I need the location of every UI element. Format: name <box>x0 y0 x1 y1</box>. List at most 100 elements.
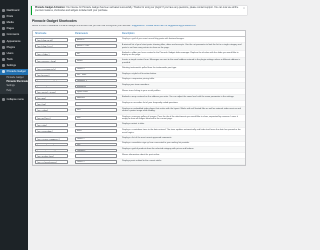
shortcode-field[interactable]: [pg_slider] <box>35 51 68 56</box>
sidebar-item-label: Pages <box>6 27 14 31</box>
sidebar-item-label: Settings <box>6 64 16 68</box>
shortcode-cell: [pg_slider] <box>33 51 73 56</box>
parameters-field[interactable]: email="" <box>75 59 117 64</box>
parameters-field[interactable]: date="" <box>75 129 117 133</box>
parameters-field[interactable]: address="" <box>75 96 117 101</box>
parameters-cell: posts="4" <box>73 37 120 43</box>
parameters-field[interactable] <box>75 102 117 107</box>
parameters-cell <box>73 101 120 107</box>
parameters-cell: count="3" <box>73 159 120 165</box>
submenu-item-help[interactable]: Help <box>0 89 28 93</box>
shortcode-cell: [pg_recent-comments] <box>33 136 73 141</box>
shortcode-field[interactable]: [pg_contact-form] <box>35 59 68 64</box>
description-cell: Displays a list of the most recent appro… <box>122 136 172 139</box>
description-cell: Displays your team members. <box>122 84 150 87</box>
shortcode-cell: [pg_blog-grid] <box>33 37 73 43</box>
table-row: [pg_video] src="" Displays an embedded vid… <box>33 107 245 115</box>
shortcodes-table: Shortcode Parameters Description [pg_blo… <box>32 30 246 167</box>
parameters-field[interactable]: category="" <box>75 148 117 153</box>
description-cell: Displays a countdown timer to the date e… <box>122 128 241 134</box>
shortcode-field[interactable]: [pg_recent-comments] <box>35 136 68 141</box>
parameters-cell: members="" <box>73 83 120 89</box>
shortcode-cell: [pg_testimonials] <box>33 66 73 71</box>
description-cell: Shows icons linking to your social profi… <box>122 90 161 93</box>
table-body: [pg_blog-grid] posts="4" Displays a grid o… <box>33 37 245 166</box>
shortcode-cell: [pg_tabs] <box>33 122 73 128</box>
shortcode-cell: [pg_button] <box>33 72 73 77</box>
sidebar-item-label: Media <box>6 20 14 24</box>
parameters-field[interactable]: url="" text="" <box>75 72 117 77</box>
notice-text: Your license for Pinnacle Gadget has bee… <box>35 7 239 13</box>
parameters-field[interactable]: posts="5" cat="" <box>75 44 117 48</box>
parameters-field[interactable]: ids="" <box>75 115 117 120</box>
shortcode-field[interactable]: [pg_newsletter] <box>35 142 68 147</box>
shortcode-field[interactable]: [pg_faq] <box>35 102 68 107</box>
parameters-field[interactable]: id="" <box>75 51 117 56</box>
shortcode-field[interactable]: [pg_related-posts] <box>35 160 68 165</box>
parameters-field[interactable]: list="" <box>75 142 117 147</box>
page-icon <box>2 27 5 31</box>
parameters-field[interactable]: count="3" <box>75 66 117 71</box>
settings-icon <box>2 64 5 68</box>
shortcode-field[interactable]: [pg_button] <box>35 72 68 77</box>
sidebar-item-label: Tools <box>6 58 13 62</box>
shortcode-field[interactable]: [pg_testimonials] <box>35 66 68 71</box>
shortcode-field[interactable]: [pg_blog-grid] <box>35 38 68 43</box>
shortcode-field[interactable]: [pg_gallery] <box>35 115 68 120</box>
parameters-field[interactable]: style="round" <box>75 90 117 95</box>
admin-sidebar: Dashboard Posts Media Pages Comments Appearan… <box>0 0 28 250</box>
description-cell: Displays content in tabs. <box>122 123 145 126</box>
shortcode-field[interactable]: [pg_map] <box>35 96 68 101</box>
parameters-cell <box>73 122 120 128</box>
shortcode-field[interactable]: [pg_video] <box>35 108 68 112</box>
shortcode-field[interactable]: [pg_tabs] <box>35 123 68 128</box>
header-description[interactable]: Description <box>120 32 245 35</box>
parameters-field[interactable]: posts="4" <box>75 38 117 43</box>
parameters-cell: email="" <box>73 58 120 64</box>
table-row: [pg_countdown] date="" Displays a countdow… <box>33 128 245 136</box>
parameters-field[interactable] <box>75 123 117 128</box>
description-cell: Embeds a slider you have created in the … <box>122 51 239 57</box>
description-cell: Displays a masonry gallery of images. Pa… <box>122 115 238 121</box>
shortcode-cell: [pg_social-icons] <box>33 89 73 95</box>
shortcode-cell: [pg_gallery] <box>33 115 73 120</box>
parameters-field[interactable]: count="3" <box>75 160 117 165</box>
sidebar-item-label: Posts <box>6 14 14 18</box>
parameters-field[interactable] <box>75 154 117 159</box>
shortcode-cell: [pg_newsletter] <box>33 142 73 147</box>
sidebar-item-label: Appearance <box>6 39 21 43</box>
parameters-field[interactable]: members="" <box>75 84 117 89</box>
parameters-field[interactable]: columns="3" <box>75 78 117 83</box>
close-icon[interactable]: × <box>243 7 246 10</box>
shortcode-field[interactable]: [pg_countdown] <box>35 129 68 133</box>
parameters-field[interactable]: src="" <box>75 108 117 112</box>
collapse-icon <box>2 97 5 101</box>
shortcode-field[interactable]: [pg_product-grid] <box>35 148 68 153</box>
parameters-field[interactable]: count="5" <box>75 136 117 141</box>
shortcode-field[interactable]: [pg_blog-list] <box>35 44 68 48</box>
activation-notice: Pinnacle Gadget Activation: Your license… <box>31 6 247 15</box>
shortcode-field[interactable]: [pg_team] <box>35 84 68 89</box>
parameters-cell: ids="" <box>73 115 120 120</box>
description-cell: Displays a grid of your most recent blog… <box>122 38 185 41</box>
shortcode-field[interactable]: [pg_social-icons] <box>35 90 68 95</box>
header-parameters[interactable]: Parameters <box>73 32 120 35</box>
page-description: Below is a list of available Pinnacle Ga… <box>32 25 246 27</box>
description-cell: Displays a styled call to action button. <box>122 72 157 75</box>
shortcode-field[interactable]: [pg_pricing-table] <box>35 78 68 83</box>
shortcode-cell: [pg_author-box] <box>33 153 73 159</box>
parameters-cell: list="" <box>73 142 120 147</box>
description-cell: Rotating testimonials pulled from the te… <box>122 66 177 69</box>
parameters-cell: count="5" <box>73 136 120 141</box>
shortcode-field[interactable]: [pg_author-box] <box>35 154 68 159</box>
suggestions-link[interactable]: Suggestions? Please send them to suggest… <box>132 25 196 27</box>
plugin-icon <box>2 45 5 49</box>
header-shortcode[interactable]: Shortcode <box>33 32 73 35</box>
parameters-cell: date="" <box>73 128 120 133</box>
collapse-menu-button[interactable]: Collapse menu <box>0 96 28 102</box>
gadget-icon <box>2 70 5 74</box>
description-cell: Displays posts related to the current ar… <box>122 160 162 163</box>
sidebar-item-label: Dashboard <box>6 8 20 12</box>
parameters-cell: count="3" <box>73 66 120 71</box>
page-title: Pinnacle Gadget Shortcodes <box>32 19 77 23</box>
